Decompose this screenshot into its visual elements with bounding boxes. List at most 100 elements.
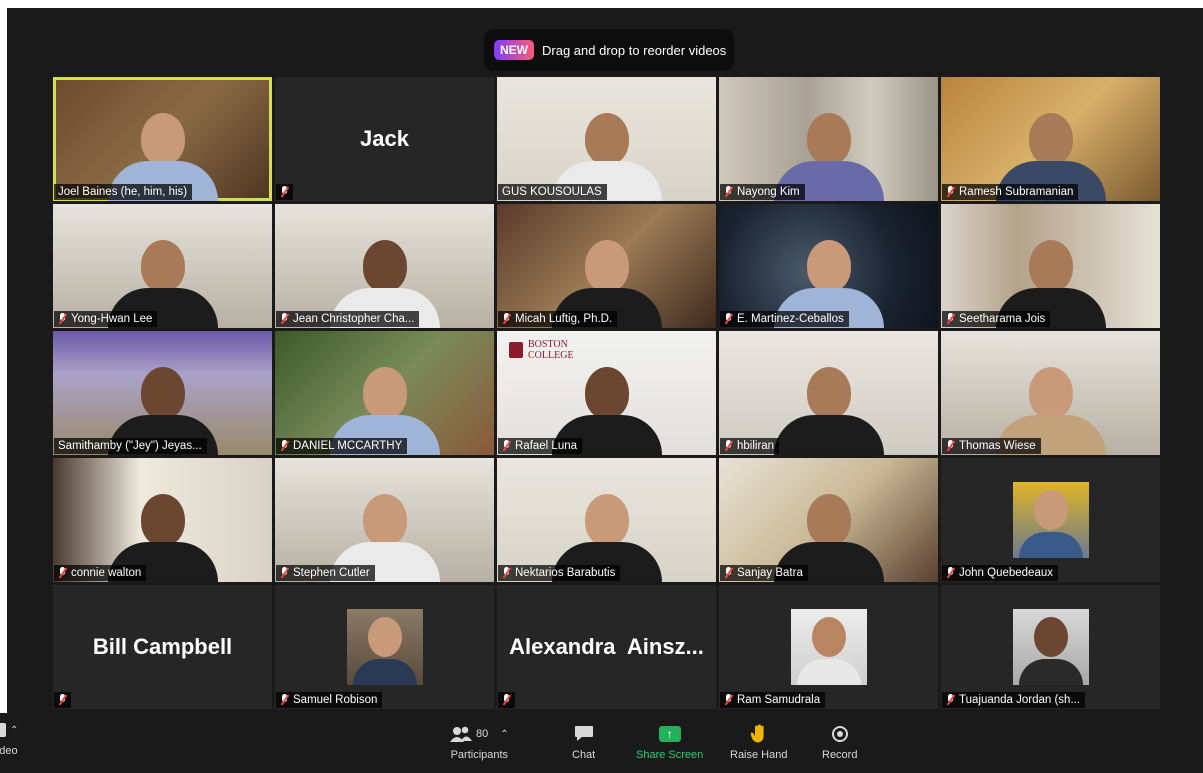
participant-name-label: Stephen Cutler xyxy=(276,565,375,581)
participant-tile[interactable]: Micah Luftig, Ph.D. xyxy=(497,204,716,328)
participant-name-label xyxy=(498,692,515,708)
muted-mic-icon xyxy=(502,313,511,325)
participant-name: Ramesh Subramanian xyxy=(959,186,1074,198)
participant-tile[interactable]: Ram Samudrala xyxy=(719,585,938,709)
participant-name-label: Seetharama Jois xyxy=(942,311,1051,327)
participant-name: Nayong Kim xyxy=(737,186,800,198)
participant-tile[interactable]: Tuajuanda Jordan (sh... xyxy=(941,585,1160,709)
participant-name-label: Micah Luftig, Ph.D. xyxy=(498,311,618,327)
record-label: Record xyxy=(822,749,858,761)
participant-name-label: Sanjay Batra xyxy=(720,565,808,581)
participant-name-label: Nayong Kim xyxy=(720,184,805,200)
share-screen-button[interactable]: ↑ Share Screen xyxy=(636,723,703,761)
participant-tile[interactable]: Yong-Hwan Lee xyxy=(53,204,272,328)
muted-mic-icon xyxy=(946,313,955,325)
participant-tile[interactable]: Samithamby ("Jey") Jeyas... xyxy=(53,331,272,455)
participant-tile[interactable]: Nayong Kim xyxy=(719,77,938,201)
raise-hand-label: Raise Hand xyxy=(730,749,788,761)
new-badge: NEW xyxy=(494,40,534,60)
participant-name: GUS KOUSOULAS xyxy=(502,186,602,198)
participant-tile[interactable]: E. Martinez-Ceballos xyxy=(719,204,938,328)
participant-name: Samuel Robison xyxy=(293,694,378,706)
muted-mic-icon xyxy=(280,440,289,452)
participants-button[interactable]: 80 ⌃ Participants xyxy=(450,723,509,761)
participant-tile[interactable]: Joel Baines (he, him, his) xyxy=(53,77,272,201)
profile-photo xyxy=(790,609,867,685)
participant-tile[interactable]: Bill Campbell xyxy=(53,585,272,709)
participant-name: Rafael Luna xyxy=(515,440,578,452)
participant-tile[interactable]: Stephen Cutler xyxy=(275,458,494,582)
chevron-up-icon[interactable]: ⌃ xyxy=(500,729,508,740)
participant-name-label: Samuel Robison xyxy=(276,692,383,708)
participant-name: Tuajuanda Jordan (sh... xyxy=(959,694,1081,706)
participant-name-label: Nektarios Barabutis xyxy=(498,565,621,581)
participant-tile[interactable]: BOSTON COLLEGE Rafael Luna xyxy=(497,331,716,455)
participant-tile[interactable]: Alexandra Ainsz... xyxy=(497,585,716,709)
participant-tile[interactable]: hbiliran xyxy=(719,331,938,455)
muted-mic-icon xyxy=(502,567,511,579)
notification-text: Drag and drop to reorder videos xyxy=(542,42,727,58)
muted-mic-icon xyxy=(280,313,289,325)
share-screen-icon: ↑ xyxy=(658,726,681,742)
record-button[interactable]: Record xyxy=(822,723,857,761)
participant-tile[interactable]: Sanjay Batra xyxy=(719,458,938,582)
participants-label: Participants xyxy=(450,749,509,761)
window-top-edge xyxy=(0,0,1203,8)
chevron-up-icon[interactable]: ⌃ xyxy=(10,725,18,736)
participant-tile[interactable]: John Quebedeaux xyxy=(941,458,1160,582)
participant-tile[interactable]: Ramesh Subramanian xyxy=(941,77,1160,201)
share-screen-label: Share Screen xyxy=(636,749,704,761)
participant-name: Thomas Wiese xyxy=(959,440,1036,452)
participant-name: Stephen Cutler xyxy=(293,567,370,579)
participant-tile[interactable]: Nektarios Barabutis xyxy=(497,458,716,582)
participant-tile[interactable]: Seetharama Jois xyxy=(941,204,1160,328)
participant-tile[interactable]: GUS KOUSOULAS xyxy=(497,77,716,201)
video-label: ideo xyxy=(0,745,18,757)
muted-mic-icon xyxy=(280,567,289,579)
participant-tile[interactable]: Jack xyxy=(275,77,494,201)
muted-mic-icon xyxy=(946,694,955,706)
chat-button[interactable]: Chat xyxy=(572,723,595,761)
participant-tile[interactable]: Samuel Robison xyxy=(275,585,494,709)
muted-mic-icon xyxy=(58,567,67,579)
participant-tile[interactable]: DANIEL MCCARTHY xyxy=(275,331,494,455)
participant-name: Samithamby ("Jey") Jeyas... xyxy=(58,440,202,452)
window-left-edge xyxy=(0,0,7,773)
participant-name-label: Ramesh Subramanian xyxy=(942,184,1079,200)
participant-name-label: John Quebedeaux xyxy=(942,565,1058,581)
muted-mic-icon xyxy=(946,440,955,452)
muted-mic-icon xyxy=(58,313,67,325)
muted-mic-icon xyxy=(280,186,289,198)
muted-mic-icon xyxy=(724,694,733,706)
participant-name: Jean Christopher Cha... xyxy=(293,313,415,325)
participant-tile[interactable]: Thomas Wiese xyxy=(941,331,1160,455)
muted-mic-icon xyxy=(58,694,67,706)
participant-name: Ram Samudrala xyxy=(737,694,821,706)
participant-video xyxy=(773,367,884,455)
participant-name-label: Joel Baines (he, him, his) xyxy=(54,184,193,200)
participant-name-label: Jean Christopher Cha... xyxy=(276,311,420,327)
raise-hand-icon xyxy=(750,724,764,743)
reorder-notification: NEW Drag and drop to reorder videos xyxy=(484,29,734,71)
video-off-icon xyxy=(0,723,6,737)
participant-name: E. Martinez-Ceballos xyxy=(737,313,844,325)
participant-name-label: E. Martinez-Ceballos xyxy=(720,311,849,327)
muted-mic-icon xyxy=(946,567,955,579)
participant-name: connie walton xyxy=(71,567,142,579)
raise-hand-button[interactable]: Raise Hand xyxy=(730,723,787,761)
participant-name: Joel Baines (he, him, his) xyxy=(58,186,188,198)
participant-tile[interactable]: connie walton xyxy=(53,458,272,582)
participant-name: DANIEL MCCARTHY xyxy=(293,440,403,452)
participant-tile[interactable]: Jean Christopher Cha... xyxy=(275,204,494,328)
participants-count: 80 xyxy=(476,728,489,740)
participant-name: Micah Luftig, Ph.D. xyxy=(515,313,613,325)
muted-mic-icon xyxy=(280,694,289,706)
participant-name-label: DANIEL MCCARTHY xyxy=(276,438,408,454)
profile-photo xyxy=(1012,609,1089,685)
meeting-toolbar: ⌃ ideo 80 ⌃ Participants Chat ↑ Share Sc… xyxy=(0,713,1203,773)
participant-name: Sanjay Batra xyxy=(737,567,803,579)
participant-name-label: Thomas Wiese xyxy=(942,438,1041,454)
participant-name: John Quebedeaux xyxy=(959,567,1053,579)
video-button[interactable]: ⌃ ideo xyxy=(0,719,18,757)
muted-mic-icon xyxy=(724,313,733,325)
